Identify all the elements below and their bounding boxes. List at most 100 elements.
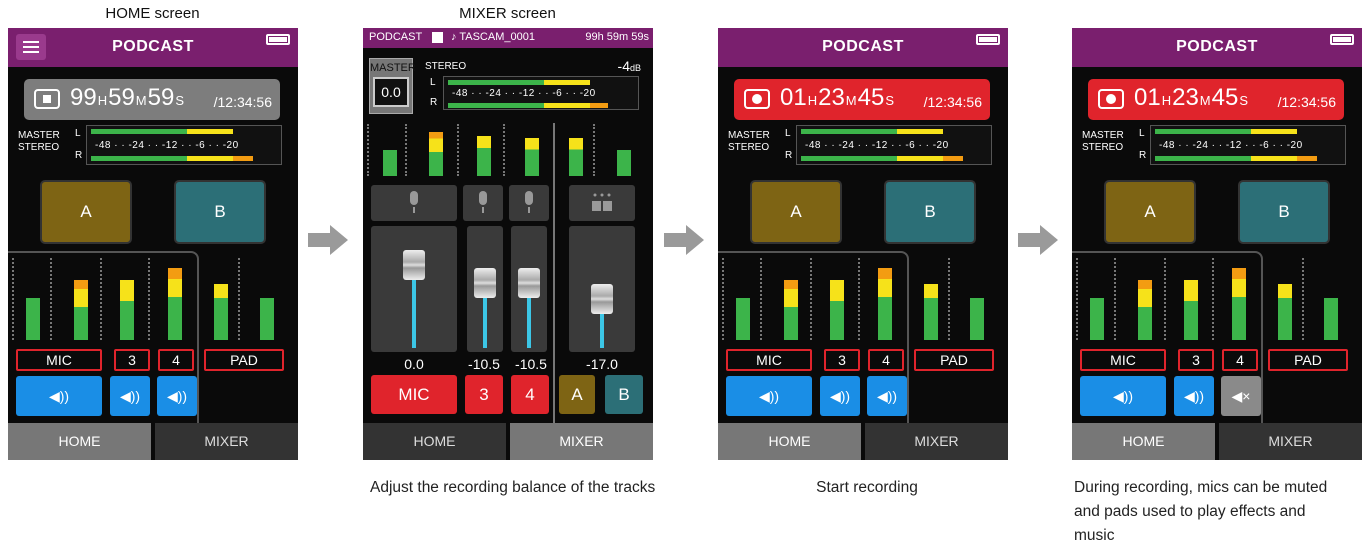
- track-3-label: 3: [824, 349, 860, 371]
- transport-counter[interactable]: 01H23M45S /12:34:56: [1088, 79, 1344, 120]
- tab-mixer[interactable]: MIXER: [510, 423, 653, 460]
- transport-counter[interactable]: 99H59M59S /12:34:56: [24, 79, 280, 120]
- elapsed-time: 01H23M45S: [1134, 84, 1249, 111]
- track-4-fader-knob[interactable]: [518, 268, 540, 298]
- pad-fader-level: [600, 312, 604, 348]
- track-4-fader-level: [527, 296, 531, 348]
- track-4-button[interactable]: 4: [511, 375, 549, 414]
- master-label: MASTER STEREO: [728, 130, 770, 153]
- track-4-input-button[interactable]: [509, 185, 549, 221]
- tab-home[interactable]: HOME: [718, 423, 861, 460]
- tab-home[interactable]: HOME: [363, 423, 506, 460]
- pad-input-button[interactable]: [569, 185, 635, 221]
- pad-a-button[interactable]: A: [1104, 180, 1196, 244]
- pad-label: PAD: [204, 349, 284, 371]
- arrow-right-icon: [308, 225, 348, 255]
- pad-fader-knob[interactable]: [591, 284, 613, 314]
- tab-home[interactable]: HOME: [8, 423, 151, 460]
- microphone-icon: [410, 191, 418, 213]
- master-meter: L R -48 · · -24 · · -12 · · -6 · · -20: [785, 125, 992, 165]
- remaining-time: 99h 59m 59s: [585, 31, 649, 43]
- microphone-icon: [525, 191, 533, 213]
- master-meter: L R -48 · · -24 · · -12 · · -6 · · -20: [75, 125, 282, 165]
- pad-b-button[interactable]: B: [605, 375, 643, 414]
- project-title: PODCAST: [822, 38, 904, 55]
- track-3-button[interactable]: 3: [465, 375, 503, 414]
- recording-muted-screen: PODCAST 01H23M45S /12:34:56 MASTER STEREO…: [1072, 28, 1362, 460]
- project-title: PODCAST: [112, 38, 194, 55]
- track-mic-label: MIC: [16, 349, 102, 371]
- project-title: PODCAST: [1176, 38, 1258, 55]
- pad-b-button[interactable]: B: [1238, 180, 1330, 244]
- mic-speaker-button[interactable]: ◀︎)): [726, 376, 812, 416]
- speaker-on-icon: ◀︎)): [119, 388, 141, 404]
- recording-screen: PODCAST 01H23M45S /12:34:56 MASTER STEREO…: [718, 28, 1008, 460]
- mic-fader-knob[interactable]: [403, 250, 425, 280]
- master-value: 0.0: [373, 77, 409, 107]
- mixer-description: Adjust the recording balance of the trac…: [370, 479, 656, 496]
- track-4-label: 4: [1222, 349, 1258, 371]
- tab-mixer[interactable]: MIXER: [865, 423, 1008, 460]
- file-name: ♪ TASCAM_0001: [451, 31, 535, 43]
- master-level-button[interactable]: MASTER 0.0: [369, 58, 416, 114]
- track-3-fader-knob[interactable]: [474, 268, 496, 298]
- track-4-speaker-button[interactable]: ◀︎)): [867, 376, 907, 416]
- peak-readout: -4dB: [617, 58, 641, 74]
- tab-mixer[interactable]: MIXER: [1219, 423, 1362, 460]
- tab-home[interactable]: HOME: [1072, 423, 1215, 460]
- track-3-fader-level: [483, 296, 487, 348]
- mic-speaker-button[interactable]: ◀︎)): [1080, 376, 1166, 416]
- total-time: /12:34:56: [213, 94, 272, 110]
- track-3-input-button[interactable]: [463, 185, 503, 221]
- stop-icon: [34, 89, 60, 109]
- speaker-on-icon: ◀︎)): [829, 388, 851, 404]
- title-bar: PODCAST: [8, 28, 298, 67]
- pad-a-button[interactable]: A: [40, 180, 132, 244]
- track-3-label: 3: [1178, 349, 1214, 371]
- record-icon: [1098, 89, 1124, 109]
- track-3-speaker-button[interactable]: ◀︎)): [820, 376, 860, 416]
- tab-mixer[interactable]: MIXER: [155, 423, 298, 460]
- track-mic-label: MIC: [726, 349, 812, 371]
- transport-counter[interactable]: 01H23M45S /12:34:56: [734, 79, 990, 120]
- home-screen-caption: HOME screen: [105, 5, 200, 22]
- track-4-label: 4: [868, 349, 904, 371]
- battery-icon: [266, 34, 290, 45]
- track-4-speaker-button[interactable]: ◀︎)): [157, 376, 197, 416]
- speaker-on-icon: ◀︎)): [1112, 388, 1134, 404]
- track-3-speaker-button[interactable]: ◀︎)): [1174, 376, 1214, 416]
- master-meter: L R -48 · · -24 · · -12 · · -6 · · -20: [1139, 125, 1346, 165]
- mic-level-value: 0.0: [404, 356, 424, 372]
- start-recording-description: Start recording: [816, 479, 918, 496]
- track-3-level-value: -10.5: [468, 356, 500, 372]
- mic-fader-level: [412, 276, 416, 348]
- record-icon: [744, 89, 770, 109]
- mixer-screen-caption: MIXER screen: [459, 5, 556, 22]
- title-bar: PODCAST ♪ TASCAM_0001 99h 59m 59s: [363, 28, 653, 48]
- track-mic-label: MIC: [1080, 349, 1166, 371]
- mic-track-button[interactable]: MIC: [371, 375, 457, 414]
- speaker-on-icon: ◀︎)): [166, 388, 188, 404]
- track-3-speaker-button[interactable]: ◀︎)): [110, 376, 150, 416]
- speaker-on-icon: ◀︎)): [1183, 388, 1205, 404]
- total-time: /12:34:56: [923, 94, 982, 110]
- project-title: PODCAST: [369, 31, 423, 43]
- mic-speaker-button[interactable]: ◀︎)): [16, 376, 102, 416]
- elapsed-time: 01H23M45S: [780, 84, 895, 111]
- pad-a-button[interactable]: A: [750, 180, 842, 244]
- pad-b-button[interactable]: B: [174, 180, 266, 244]
- stereo-label: STEREO: [425, 61, 467, 72]
- track-4-level-value: -10.5: [515, 356, 547, 372]
- pad-a-button[interactable]: A: [559, 375, 595, 414]
- master-label: MASTER STEREO: [18, 130, 60, 153]
- battery-icon: [1330, 34, 1354, 45]
- track-4-mute-button[interactable]: ◀︎×: [1221, 376, 1261, 416]
- arrow-right-icon: [1018, 225, 1058, 255]
- master-label: MASTER STEREO: [1082, 130, 1124, 153]
- title-bar: PODCAST: [718, 28, 1008, 67]
- pads-icon: [592, 193, 612, 211]
- track-4-label: 4: [158, 349, 194, 371]
- during-recording-description: During recording, mics can be muted and …: [1074, 479, 1328, 544]
- mic-input-button[interactable]: [371, 185, 457, 221]
- pad-b-button[interactable]: B: [884, 180, 976, 244]
